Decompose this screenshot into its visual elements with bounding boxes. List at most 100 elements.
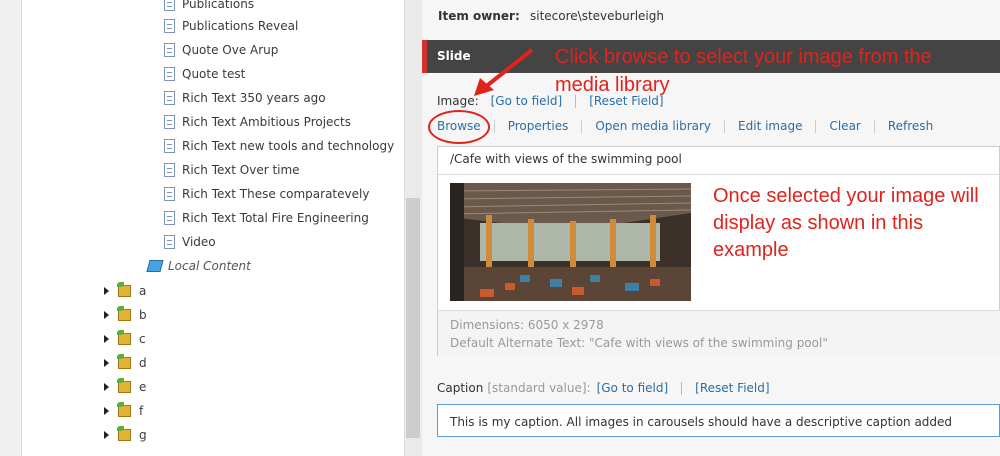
- document-icon: [164, 43, 175, 57]
- tree-item-label: Rich Text Ambitious Projects: [182, 115, 351, 129]
- tree-item-label: Publications: [182, 0, 255, 11]
- tree-item-label: Rich Text These comparatevely: [182, 187, 370, 201]
- tree-folder[interactable]: d: [104, 353, 147, 373]
- browse-highlight-circle: [428, 110, 490, 144]
- document-icon: [164, 115, 175, 129]
- annotation-display-hint: Once selected your image will display as…: [713, 185, 979, 261]
- tree-folder[interactable]: e: [104, 377, 146, 397]
- section-title: Slide: [437, 49, 471, 63]
- image-path: /Cafe with views of the swimming pool: [450, 152, 682, 166]
- tree-folder[interactable]: f: [104, 401, 143, 421]
- annotation-browse-hint: Click browse to select your image from t…: [555, 46, 932, 96]
- tree-item-label: Local Content: [168, 259, 251, 273]
- tree-folder-label: f: [139, 404, 144, 418]
- tree-item-local-content[interactable]: Local Content: [146, 256, 251, 276]
- image-field-toolbar: Browse Properties Open media library Edi…: [437, 118, 933, 134]
- tree-item-label: Rich Text Over time: [182, 163, 300, 177]
- tree-folder[interactable]: b: [104, 305, 147, 325]
- tree-folder-label: c: [139, 332, 146, 346]
- document-icon: [164, 67, 175, 81]
- tree-folder-label: b: [139, 308, 147, 322]
- tree-folder-label: e: [139, 380, 147, 394]
- item-box-icon: [117, 306, 131, 321]
- tree-item[interactable]: Rich Text Total Fire Engineering: [164, 208, 369, 228]
- item-box-icon: [117, 402, 131, 417]
- tree-item[interactable]: Rich Text Over time: [164, 160, 300, 180]
- tree-item[interactable]: Quote test: [164, 64, 245, 84]
- caption-go-to-field-link[interactable]: [Go to field]: [597, 381, 669, 395]
- separator: [493, 119, 495, 133]
- document-icon: [164, 163, 175, 177]
- expand-arrow-icon[interactable]: [104, 359, 109, 367]
- expand-arrow-icon[interactable]: [104, 431, 109, 439]
- image-thumbnail[interactable]: [450, 183, 691, 301]
- tree-item-label: Rich Text Total Fire Engineering: [182, 211, 369, 225]
- separator: [581, 119, 583, 133]
- caption-input[interactable]: This is my caption. All images in carous…: [437, 404, 1000, 437]
- properties-button[interactable]: Properties: [508, 119, 569, 133]
- tree-item[interactable]: Rich Text These comparatevely: [164, 184, 369, 204]
- tree-folder[interactable]: a: [104, 281, 146, 301]
- image-dimensions: Dimensions: 6050 x 2978: [450, 318, 604, 332]
- tree-item-label: Publications Reveal: [182, 19, 299, 33]
- document-icon: [164, 187, 175, 201]
- clear-button[interactable]: Clear: [829, 119, 860, 133]
- tree-item-label: Quote Ove Arup: [182, 43, 279, 57]
- document-icon: [164, 91, 175, 105]
- tree-item[interactable]: Rich Text Ambitious Projects: [164, 112, 351, 132]
- document-icon: [164, 211, 175, 225]
- tree-folder-label: a: [139, 284, 147, 298]
- caption-field-header: Caption [standard value]: [Go to field] …: [437, 380, 770, 396]
- item-owner-label: Item owner:: [438, 9, 520, 23]
- tree-item[interactable]: Rich Text new tools and technology: [164, 136, 394, 156]
- tree-folder[interactable]: c: [104, 329, 146, 349]
- expand-arrow-icon[interactable]: [104, 287, 109, 295]
- expand-arrow-icon[interactable]: [104, 383, 109, 391]
- item-owner-row: Item owner: sitecore\steveburleigh: [438, 9, 664, 25]
- tree-item-label: Video: [182, 235, 216, 249]
- open-media-library-button[interactable]: Open media library: [595, 119, 711, 133]
- item-box-icon: [117, 282, 131, 297]
- document-icon: [164, 0, 175, 11]
- tree-folder[interactable]: g: [104, 425, 147, 445]
- divider: [438, 174, 1000, 175]
- document-icon: [164, 19, 175, 33]
- caption-label: Caption: [437, 381, 484, 395]
- tree-item[interactable]: Publications Reveal: [164, 16, 298, 36]
- tree-item[interactable]: Rich Text 350 years ago: [164, 88, 326, 108]
- separator: [815, 119, 817, 133]
- caption-reset-field-link[interactable]: [Reset Field]: [695, 381, 769, 395]
- separator: [873, 119, 875, 133]
- local-content-icon: [146, 260, 164, 272]
- image-alt-text: Default Alternate Text: "Cafe with views…: [450, 336, 828, 350]
- item-box-icon: [117, 378, 131, 393]
- annotation-arrow-icon: [474, 48, 534, 96]
- expand-arrow-icon[interactable]: [104, 311, 109, 319]
- item-box-icon: [117, 426, 131, 441]
- item-box-icon: [117, 354, 131, 369]
- caption-standard-value: [standard value]:: [487, 381, 591, 395]
- tree-item-label: Rich Text new tools and technology: [182, 139, 395, 153]
- tree-folder-label: d: [139, 356, 147, 370]
- image-metadata: Dimensions: 6050 x 2978 Default Alternat…: [438, 310, 1000, 356]
- document-icon: [164, 139, 175, 153]
- item-box-icon: [117, 330, 131, 345]
- expand-arrow-icon[interactable]: [104, 407, 109, 415]
- document-icon: [164, 235, 175, 249]
- cafe-photo-illustration: [450, 183, 691, 301]
- content-tree: Publications Publications Reveal Quote O…: [22, 0, 404, 456]
- separator: [681, 381, 683, 395]
- item-owner-value: sitecore\steveburleigh: [530, 9, 664, 23]
- refresh-button[interactable]: Refresh: [888, 119, 933, 133]
- separator: [724, 119, 726, 133]
- left-gutter: [0, 0, 22, 456]
- tree-scrollbar-thumb[interactable]: [406, 198, 420, 438]
- tree-item[interactable]: Publications: [164, 0, 254, 14]
- tree-item-label: Rich Text 350 years ago: [182, 91, 326, 105]
- tree-item-label: Quote test: [182, 67, 246, 81]
- tree-item[interactable]: Video: [164, 232, 216, 252]
- edit-image-button[interactable]: Edit image: [738, 119, 802, 133]
- tree-folder-label: g: [139, 428, 147, 442]
- tree-item[interactable]: Quote Ove Arup: [164, 40, 278, 60]
- expand-arrow-icon[interactable]: [104, 335, 109, 343]
